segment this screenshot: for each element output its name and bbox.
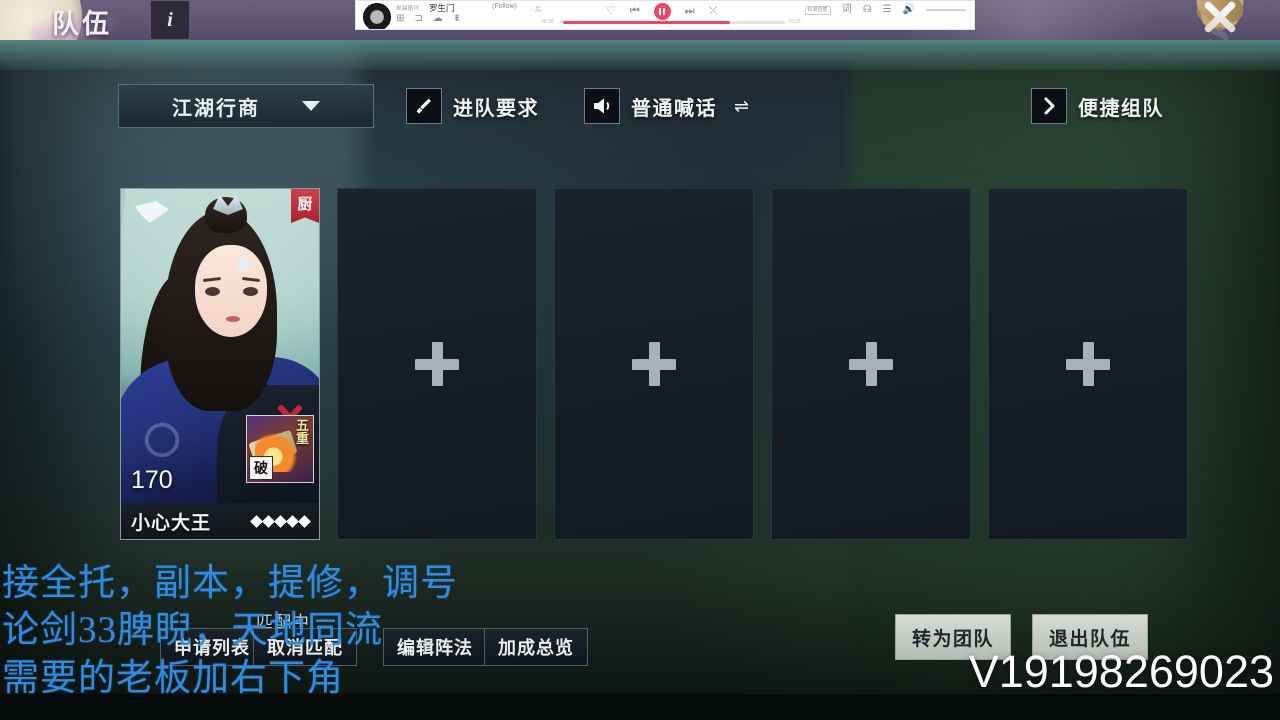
team-toolbar: 江湖行商 进队要求 普通喊话 ⇌ 便捷组队 xyxy=(118,84,1164,128)
player-action-row[interactable]: ⊞ ⊐ ☁ ⇟ xyxy=(396,14,461,24)
quick-team-button[interactable]: 便捷组队 xyxy=(1031,88,1164,124)
volume-icon[interactable]: 🔊 xyxy=(903,5,915,15)
shout-button[interactable]: 普通喊话 ⇌ xyxy=(584,88,749,124)
team-member-card[interactable]: 厨 五 重 破 170 小心大王 xyxy=(120,188,320,540)
progress-bar[interactable] xyxy=(563,21,785,24)
skill-tag-badge: 破 xyxy=(249,456,273,480)
close-button[interactable] xyxy=(1174,0,1266,40)
character-eye-right xyxy=(243,287,258,296)
empty-member-slot[interactable] xyxy=(337,188,537,540)
empty-member-slot[interactable] xyxy=(554,188,754,540)
bonus-overview-label: 加成总览 xyxy=(498,638,574,658)
song-mode: (Follow) xyxy=(492,3,517,10)
character-hair-bun xyxy=(205,197,247,233)
info-icon[interactable]: i xyxy=(150,0,190,40)
robe-pattern xyxy=(135,413,189,467)
member-footer: 小心大王 xyxy=(121,503,319,539)
panel-top-band xyxy=(0,40,1280,70)
team-member-slots: 厨 五 重 破 170 小心大王 xyxy=(120,188,1188,540)
heart-icon[interactable]: ♡ xyxy=(606,6,616,17)
plus-icon xyxy=(632,342,676,386)
cloud-icon[interactable]: ☁ xyxy=(433,14,443,24)
contact-watermark: V19198269023 xyxy=(968,646,1274,697)
join-requirement-label: 进队要求 xyxy=(453,97,539,120)
star-5 xyxy=(298,514,311,528)
job-badge-label: 厨 xyxy=(297,197,313,213)
music-player-overlay[interactable]: 单曲循环 罗生门 (Follow) - 后 ⊞ ⊐ ☁ ⇟ ♡ ⏮ ⏭ ⤫ 00… xyxy=(355,0,975,30)
plus-icon xyxy=(415,342,459,386)
edit-formation-label: 编辑阵法 xyxy=(397,638,473,658)
game-screen: 队伍 i S 单曲循环 罗生门 (Follow) - 后 ⊞ ⊐ ☁ ⇟ ♡ ⏮… xyxy=(0,0,1280,720)
album-art xyxy=(363,3,391,29)
download-icon[interactable]: ⊞ xyxy=(396,14,404,24)
page-title: 队伍 xyxy=(52,9,112,39)
skill-level-char-2: 重 xyxy=(295,431,309,447)
skill-level: 五 重 xyxy=(295,419,310,446)
swap-icon[interactable]: ⇌ xyxy=(734,96,749,117)
apply-list-button[interactable]: 申请列表 xyxy=(160,628,264,666)
empty-member-slot[interactable] xyxy=(771,188,971,540)
save-icon[interactable]: ⇟ xyxy=(453,14,461,24)
empty-member-slot[interactable] xyxy=(988,188,1188,540)
quick-team-label: 便捷组队 xyxy=(1078,97,1164,120)
join-requirement-button[interactable]: 进队要求 xyxy=(406,88,539,124)
shuffle-icon[interactable]: ⤫ xyxy=(709,6,718,17)
edit-formation-button[interactable]: 编辑阵法 xyxy=(383,628,487,666)
cancel-match-label: 取消匹配 xyxy=(267,638,343,658)
playlist-icon[interactable]: ☰ xyxy=(883,5,892,15)
chevron-right-icon xyxy=(1031,88,1067,124)
skill-tag-label: 破 xyxy=(254,462,268,477)
plus-icon xyxy=(1066,342,1110,386)
total-time: 03:23 xyxy=(788,19,801,25)
close-icon xyxy=(1197,0,1243,40)
next-icon[interactable]: ⏭ xyxy=(685,6,695,17)
folder-icon[interactable]: ⊐ xyxy=(414,14,422,24)
apply-list-label: 申请列表 xyxy=(174,638,250,658)
team-type-value: 江湖行商 xyxy=(172,97,260,120)
bonus-overview-button[interactable]: 加成总览 xyxy=(484,628,588,666)
shout-label: 普通喊话 xyxy=(631,97,717,120)
pause-icon[interactable] xyxy=(653,3,671,20)
effects-icon[interactable]: ☊ xyxy=(863,5,872,15)
player-right-icons[interactable]: 标准音质 词 ☊ ☰ 🔊 xyxy=(804,5,966,15)
cancel-match-button[interactable]: 取消匹配 xyxy=(253,628,357,666)
character-lips xyxy=(226,316,240,322)
player-controls[interactable]: ♡ ⏮ ⏭ ⤫ xyxy=(606,3,718,20)
plus-icon xyxy=(849,342,893,386)
skill-icon[interactable]: 五 重 破 xyxy=(246,415,314,483)
lyrics-icon[interactable]: 词 xyxy=(842,5,852,15)
member-level: 170 xyxy=(131,466,173,494)
brush-icon xyxy=(406,88,442,124)
prev-icon[interactable]: ⏮ xyxy=(630,6,640,17)
elapsed-time: 00:56 xyxy=(541,19,554,25)
song-artist: - 后 xyxy=(531,6,542,13)
volume-slider[interactable] xyxy=(926,9,966,11)
chevron-down-icon xyxy=(302,101,320,111)
character-eye-left xyxy=(205,287,220,296)
player-mode-tag: 单曲循环 xyxy=(396,6,420,12)
team-type-dropdown[interactable]: 江湖行商 xyxy=(118,84,374,128)
speaker-icon xyxy=(584,88,620,124)
member-star-rating xyxy=(250,514,311,528)
member-name: 小心大王 xyxy=(131,512,212,534)
quality-badge[interactable]: 标准音质 xyxy=(804,5,831,15)
